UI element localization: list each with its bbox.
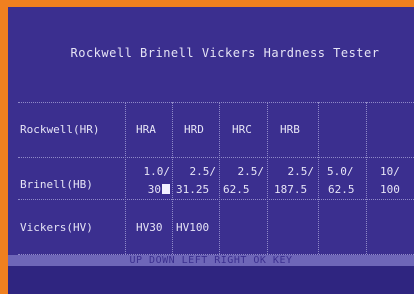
title-text: Rockwell Brinell Vickers Hardness Tester	[70, 46, 380, 60]
device-bezel: Rockwell Brinell Vickers Hardness Tester…	[0, 0, 414, 294]
brinell-option-6-bottom[interactable]: 100	[380, 183, 400, 197]
lcd-screen: Rockwell Brinell Vickers Hardness Tester…	[8, 7, 414, 294]
screen-bottom-strip	[8, 266, 414, 294]
scale-option-hrd[interactable]: HRD	[184, 123, 204, 137]
brinell-option-2-bottom[interactable]: 31.25	[176, 183, 209, 197]
scale-option-hra[interactable]: HRA	[136, 123, 156, 137]
brinell-option-1-top[interactable]: 1.0/	[128, 165, 171, 179]
brinell-option-5-top[interactable]: 5.0/	[327, 165, 354, 179]
scale-option-hrc[interactable]: HRC	[232, 123, 252, 137]
selection-cursor	[162, 184, 170, 194]
grid-line	[18, 199, 414, 200]
grid-line	[18, 157, 414, 158]
grid-line	[366, 102, 367, 254]
brinell-option-1-value: 30	[147, 183, 161, 196]
grid-line	[125, 102, 126, 254]
brinell-option-3-top[interactable]: 2.5/	[221, 165, 265, 179]
key-hint-bar: UP DOWN LEFT RIGHT OK KEY	[8, 255, 414, 266]
brinell-option-4-top[interactable]: 2.5/	[269, 165, 315, 179]
grid-line	[18, 102, 414, 103]
rockwell-row-label: Rockwell(HR)	[20, 123, 100, 136]
screen-title: Rockwell Brinell Vickers Hardness Tester	[8, 7, 414, 99]
brinell-option-3-bottom[interactable]: 62.5	[223, 183, 250, 197]
scale-option-hv100[interactable]: HV100	[176, 221, 209, 235]
brinell-row-label: Brinell(HB)	[20, 178, 93, 191]
scale-option-hv30[interactable]: HV30	[136, 221, 163, 235]
brinell-option-1-bottom[interactable]: 30	[128, 183, 170, 197]
brinell-option-5-bottom[interactable]: 62.5	[328, 183, 355, 197]
scale-option-hrb[interactable]: HRB	[280, 123, 300, 137]
brinell-option-6-top[interactable]: 10/	[380, 165, 400, 179]
grid-line	[219, 102, 220, 254]
grid-line	[267, 102, 268, 254]
grid-line	[318, 102, 319, 254]
brinell-option-2-top[interactable]: 2.5/	[174, 165, 217, 179]
brinell-option-4-bottom[interactable]: 187.5	[274, 183, 307, 197]
vickers-row-label: Vickers(HV)	[20, 221, 93, 234]
grid-line	[172, 102, 173, 254]
